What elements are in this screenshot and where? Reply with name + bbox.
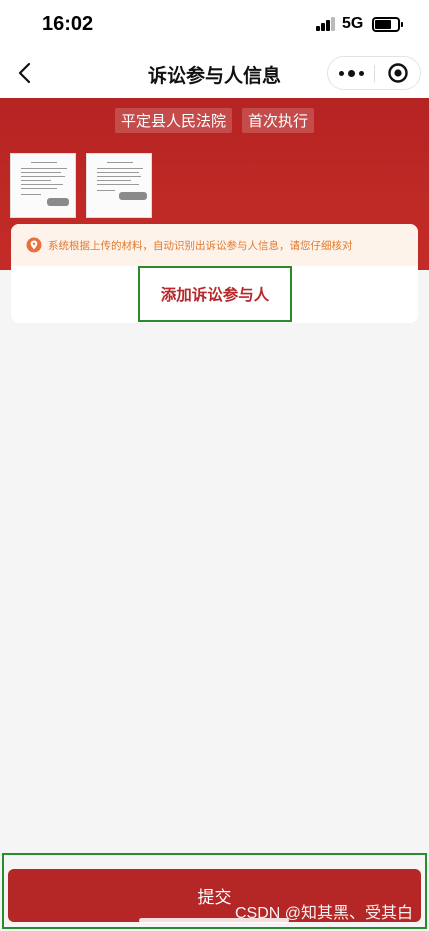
notice-banner: 系统根据上传的材料，自动识别出诉讼参与人信息，请您仔细核对: [11, 224, 418, 266]
case-tags: 平定县人民法院 首次执行: [0, 108, 429, 133]
battery-icon: [372, 17, 403, 32]
mini-program-capsule: [327, 56, 421, 90]
home-indicator: [139, 918, 289, 923]
signal-icon: [316, 17, 336, 31]
more-icon: [338, 70, 344, 76]
annotation-highlight-box: [138, 266, 292, 322]
notice-text: 系统根据上传的材料，自动识别出诉讼参与人信息，请您仔细核对: [48, 239, 353, 252]
status-bar: 16:02 5G: [0, 0, 429, 48]
status-time: 16:02: [42, 13, 94, 35]
case-type-tag: 首次执行: [242, 108, 315, 133]
more-button[interactable]: [328, 57, 374, 89]
close-miniprogram-button[interactable]: [375, 57, 421, 89]
location-alert-icon: [26, 237, 42, 253]
target-icon: [388, 63, 408, 83]
network-label: 5G: [342, 15, 364, 32]
document-thumbnail[interactable]: [86, 153, 152, 218]
document-thumbnail[interactable]: [10, 153, 76, 218]
nav-bar: 诉讼参与人信息: [0, 48, 429, 98]
court-tag: 平定县人民法院: [114, 108, 232, 133]
